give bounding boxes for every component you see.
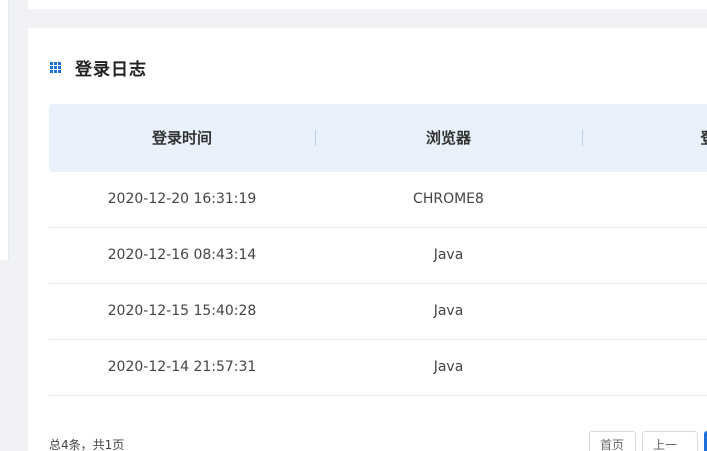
top-card <box>28 0 707 9</box>
table-row[interactable]: 2020-12-20 16:31:19 CHROME8 <box>49 172 707 228</box>
cell-browser: Java <box>433 247 464 263</box>
card-header: 登录日志 <box>50 56 147 80</box>
column-header-login-time[interactable]: 登录时间 <box>49 104 315 172</box>
cell-login-time: 2020-12-15 15:40:28 <box>107 303 257 319</box>
cell-login-time: 2020-12-14 21:57:31 <box>107 359 257 375</box>
cell-extra: A <box>582 340 707 395</box>
column-clip: 登录 <box>582 104 707 172</box>
column-clip: A <box>582 340 707 395</box>
page: 登录日志 登录时间 浏览器 登录 2020-12-20 16:31:19 CHR… <box>0 0 707 451</box>
cell-extra: A <box>582 284 707 339</box>
login-log-card: 登录日志 登录时间 浏览器 登录 2020-12-20 16:31:19 CHR… <box>28 28 707 451</box>
cell-browser: CHROME8 <box>413 191 484 207</box>
column-header-login[interactable]: 登录 <box>582 104 707 172</box>
pagination-total: 总4条，共1页 <box>49 438 125 451</box>
cell-login-time: 2020-12-16 08:43:14 <box>107 247 257 263</box>
card-title: 登录日志 <box>75 59 147 80</box>
column-clip: A <box>582 228 707 283</box>
cell-browser: Java <box>433 359 464 375</box>
sidebar-edge <box>0 0 9 260</box>
cell-login-time: 2020-12-20 16:31:19 <box>107 191 257 207</box>
cell-extra <box>582 172 707 227</box>
table-row[interactable]: 2020-12-15 15:40:28 Java A <box>49 284 707 340</box>
login-log-table: 登录时间 浏览器 登录 2020-12-20 16:31:19 CHROME8 … <box>49 104 707 396</box>
grid-icon <box>50 61 61 73</box>
cell-extra: A <box>582 228 707 283</box>
column-header-browser[interactable]: 浏览器 <box>315 104 582 172</box>
prev-page-button[interactable]: 上一页 <box>642 431 698 451</box>
pagination: 总4条，共1页 首页 上一页 <box>49 420 707 451</box>
table-row[interactable]: 2020-12-14 21:57:31 Java A <box>49 340 707 396</box>
column-clip: A <box>582 284 707 339</box>
first-page-button[interactable]: 首页 <box>589 431 636 451</box>
cell-browser: Java <box>433 303 464 319</box>
table-header: 登录时间 浏览器 登录 <box>49 104 707 172</box>
table-row[interactable]: 2020-12-16 08:43:14 Java A <box>49 228 707 284</box>
column-clip <box>582 172 707 227</box>
